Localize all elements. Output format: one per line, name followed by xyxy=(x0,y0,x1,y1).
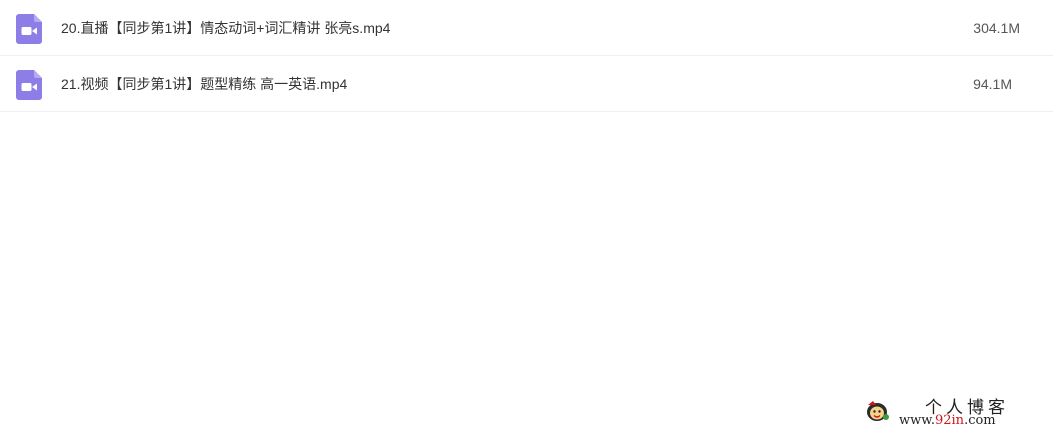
cartoon-mascot-icon xyxy=(865,399,891,423)
watermark-url-accent: 92in xyxy=(934,413,965,428)
file-size: 304.1M xyxy=(973,20,1020,36)
file-name[interactable]: 21.视频【同步第1讲】题型精练 高一英语.mp4 xyxy=(61,75,347,93)
file-row[interactable]: 20.直播【同步第1讲】情态动词+词汇精讲 张亮s.mp4 304.1M xyxy=(0,0,1053,56)
video-file-icon xyxy=(16,70,42,100)
watermark-url-prefix: www. xyxy=(899,413,935,428)
file-size: 94.1M xyxy=(973,76,1012,92)
video-file-icon xyxy=(16,14,42,44)
file-list: 20.直播【同步第1讲】情态动词+词汇精讲 张亮s.mp4 304.1M 21.… xyxy=(0,0,1053,112)
watermark-url: www.92in.com xyxy=(899,413,996,428)
file-name[interactable]: 20.直播【同步第1讲】情态动词+词汇精讲 张亮s.mp4 xyxy=(61,19,390,37)
watermark: 个人博客 www.92in.com xyxy=(865,393,1035,431)
watermark-url-suffix: .com xyxy=(964,413,996,428)
file-row[interactable]: 21.视频【同步第1讲】题型精练 高一英语.mp4 94.1M xyxy=(0,56,1053,112)
